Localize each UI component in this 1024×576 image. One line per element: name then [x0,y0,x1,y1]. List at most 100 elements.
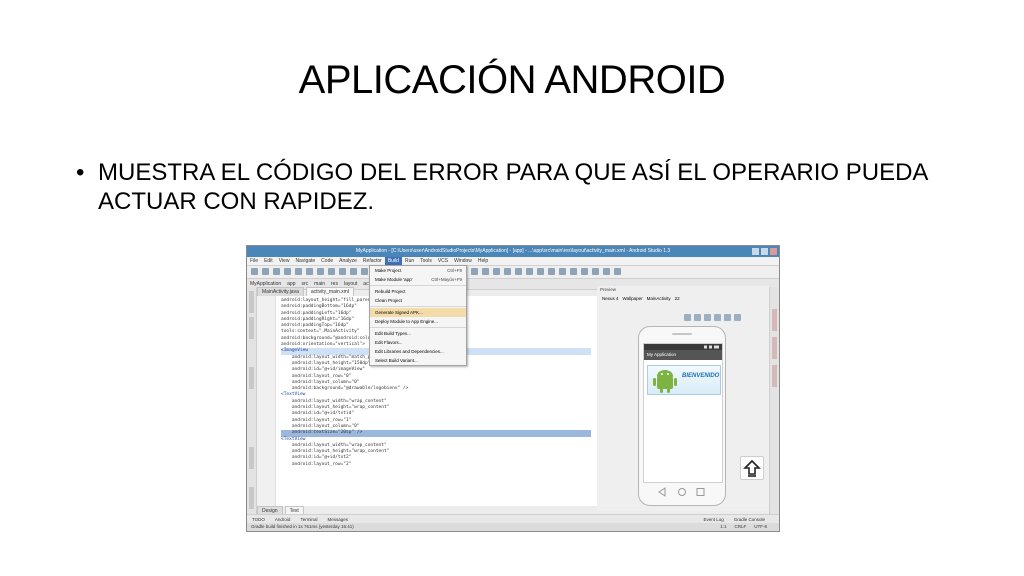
captures-tool-tab[interactable] [249,367,254,389]
build-variants-tool-tab[interactable] [249,447,254,469]
build-menu-item[interactable]: Clean Project [370,296,466,305]
status-item[interactable]: 1:1 [716,523,730,531]
menu-separator [370,285,466,286]
menu-vcs[interactable]: VCS [435,257,451,265]
toolbar-button-icon[interactable] [614,268,621,275]
build-menu-item-shortcut: Ctrl+F9 [447,268,462,273]
preview-toolbar-item[interactable]: Nexus 4 [600,294,621,304]
toolbar-button-icon[interactable] [295,268,302,275]
preview-label: Preview [600,287,617,292]
build-menu-item[interactable]: Rebuild Project [370,287,466,296]
close-icon[interactable] [770,248,777,255]
build-menu-item[interactable]: Edit Libraries and Dependencies... [370,347,466,356]
preview-toolbar-item[interactable]: MainActivity [645,294,673,304]
zoom-fit-icon[interactable] [684,314,691,321]
menu-navigate[interactable]: Navigate [292,257,318,265]
build-menu-item-label: Deploy Module to App Engine... [375,319,439,324]
zoom-actual-icon[interactable] [714,314,721,321]
menu-run[interactable]: Run [402,257,417,265]
toolbar-button-icon[interactable] [526,268,533,275]
build-menu-item-label: Generate Signed APK... [375,310,423,315]
project-tool-tab[interactable] [249,291,254,313]
build-menu-item-label: Edit Libraries and Dependencies... [375,349,444,354]
left-tool-strip [247,287,257,520]
build-menu-item-label: Edit Flavors... [375,340,403,345]
welcome-banner: BIENVENIDO [647,365,721,395]
code-line: android:layout_row="2" [281,461,352,467]
toolbar-button-icon[interactable] [493,268,500,275]
build-menu-item[interactable]: Make Project Ctrl+F9 [370,266,466,275]
toolbar-button-icon[interactable] [328,268,335,275]
menu-code[interactable]: Code [318,257,336,265]
gradle-tool-tab[interactable] [772,337,777,359]
toolbar-button-icon[interactable] [350,268,357,275]
toolbar-button-icon[interactable] [537,268,544,275]
preview-toolbar-item[interactable]: Wallpaper [621,294,645,304]
build-menu-item[interactable]: Edit Build Types... [370,329,466,338]
preview-tool-tab[interactable] [772,365,777,387]
refresh-icon[interactable] [724,314,731,321]
menu-refactor[interactable]: Refactor [360,257,385,265]
toolbar-button-icon[interactable] [284,268,291,275]
toolbar-button-icon[interactable] [504,268,511,275]
preview-toolbar: Nexus 4 Wallpaper MainActivity 22 [600,294,766,304]
toolbar-button-icon[interactable] [482,268,489,275]
minimize-icon[interactable] [752,248,759,255]
toolbar-button-icon[interactable] [570,268,577,275]
toolbar-button-icon[interactable] [339,268,346,275]
zoom-out-icon[interactable] [704,314,711,321]
menu-analyze[interactable]: Analyze [336,257,360,265]
status-bar: Gradle build finished in 1s 761ms (yeste… [247,523,779,531]
menu-separator [370,327,466,328]
menu-window[interactable]: Window [451,257,475,265]
build-menu-item-label: Edit Build Types... [375,331,411,336]
android-logo-icon [653,370,677,393]
menu-file[interactable]: File [247,257,261,265]
status-right: 1:1 CRLF UTF-8 [712,523,775,531]
toolbar-button-icon[interactable] [471,268,478,275]
bullet-text: MUESTRA EL CÓDIGO DEL ERROR PARA QUE ASÍ… [98,159,928,215]
upload-icon[interactable] [740,456,764,480]
build-menu-item[interactable]: Deploy Module to App Engine... [370,317,466,326]
build-menu-item[interactable]: Make Module 'app' Ctrl+Mayús+F9 [370,275,466,284]
toolbar-button-icon[interactable] [262,268,269,275]
menu-help[interactable]: Help [475,257,491,265]
toolbar-button-icon[interactable] [361,268,368,275]
build-menu-dropdown: Make Project Ctrl+F9 Make Module 'app' Ctrl… [369,265,467,366]
toolbar-button-icon[interactable] [251,268,258,275]
editor-gutter [257,296,276,506]
right-tool-strip [769,287,779,520]
build-menu-item-label: Make Project [375,268,402,273]
toolbar-button-icon[interactable] [592,268,599,275]
toolbar-button-icon[interactable] [559,268,566,275]
toolbar-button-icon[interactable] [515,268,522,275]
menu-build[interactable]: Build [384,257,402,265]
maximize-icon[interactable] [761,248,768,255]
toolbar-button-icon[interactable] [306,268,313,275]
toolbar-button-icon[interactable] [317,268,324,275]
build-menu-item[interactable]: Generate Signed APK... [370,308,466,317]
build-menu-item[interactable]: Edit Flavors... [370,338,466,347]
status-item[interactable]: CRLF [730,523,750,531]
status-message: Gradle build finished in 1s 761ms (yeste… [251,524,354,529]
settings-icon[interactable] [734,314,741,321]
menu-edit[interactable]: Edit [261,257,276,265]
app-title-bar: My Application [644,350,722,360]
build-menu-item-label: Make Module 'app' [375,277,413,282]
zoom-in-icon[interactable] [694,314,701,321]
toolbar-button-icon[interactable] [273,268,280,275]
slide-title: APLICACIÓN ANDROID [298,58,726,102]
preview-toolbar-item[interactable]: 22 [673,294,682,304]
maven-tool-tab[interactable] [772,309,777,331]
toolbar-button-icon[interactable] [548,268,555,275]
build-menu-item[interactable]: Select Build Variant... [370,356,466,365]
toolbar-button-icon[interactable] [603,268,610,275]
menu-tools[interactable]: Tools [417,257,435,265]
menu-view[interactable]: View [276,257,293,265]
zoom-controls [684,308,764,321]
structure-tool-tab[interactable] [249,317,254,339]
build-menu-item-label: Clean Project [375,298,403,303]
favorites-tool-tab[interactable] [249,487,254,509]
toolbar-button-icon[interactable] [581,268,588,275]
status-item[interactable]: UTF-8 [750,523,771,531]
